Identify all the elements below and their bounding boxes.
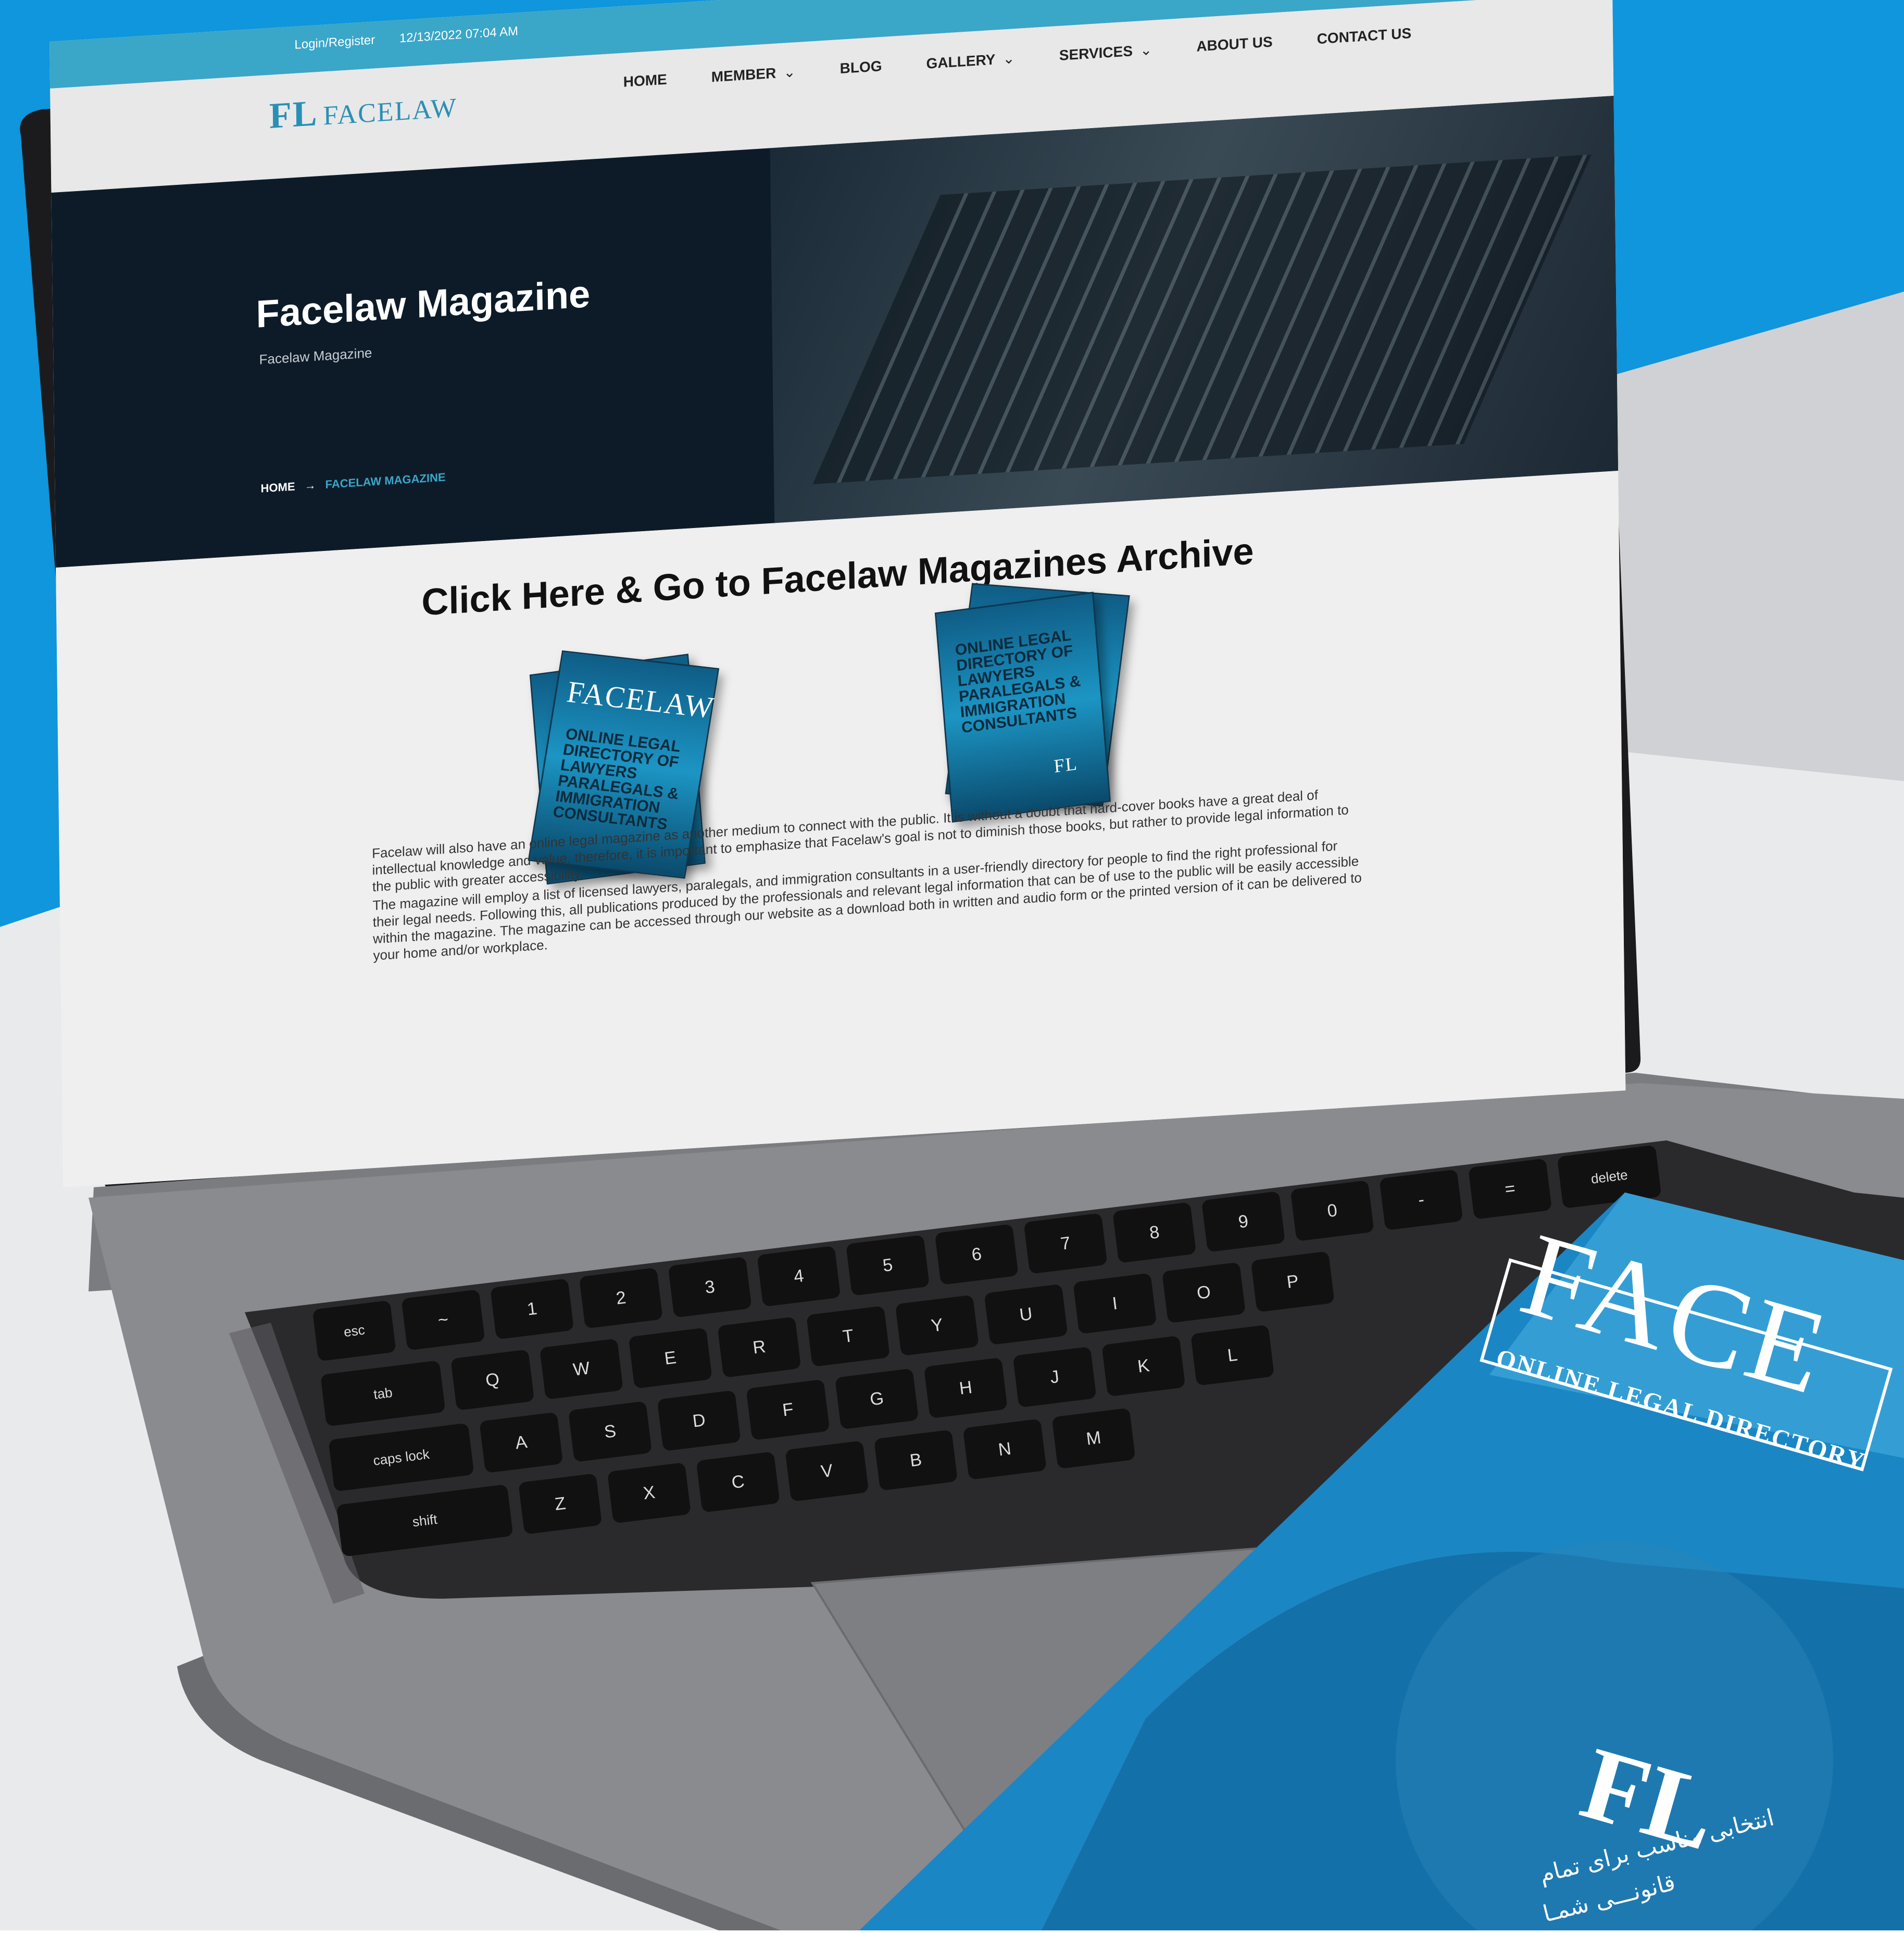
brochure: FACE ONLINE LEGAL DIRECTORY FL انتخابی م…: [0, 0, 1904, 1930]
